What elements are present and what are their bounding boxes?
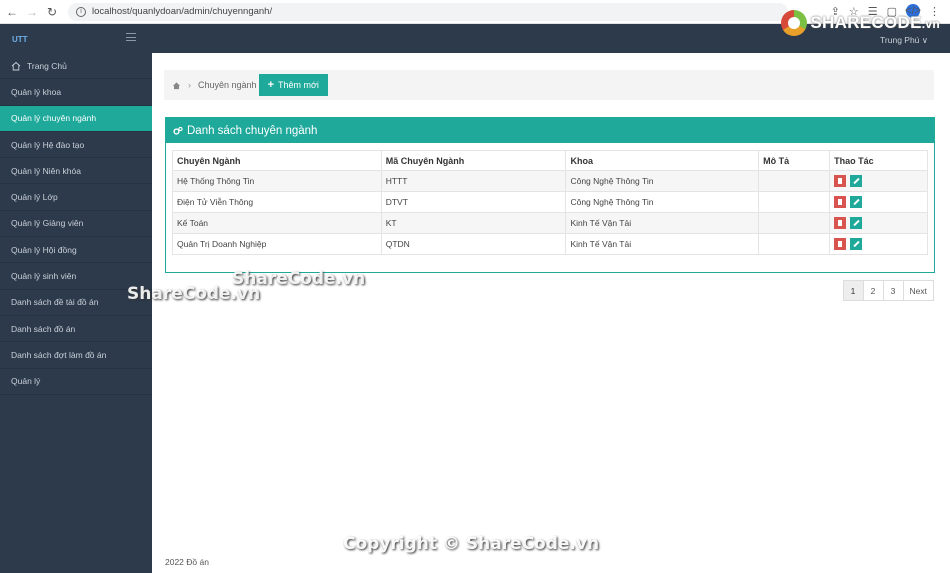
sidebar-item-major[interactable]: Quản lý chuyên ngành: [0, 105, 152, 132]
sidebar-item-project-rounds[interactable]: Danh sách đợt làm đồ án: [0, 342, 152, 369]
column-header: Mã Chuyên Ngành: [380, 150, 567, 171]
table-row: Quản Trị Doanh Nghiệp QTDN Kinh Tế Vận T…: [172, 233, 928, 255]
cell-faculty: Công Nghệ Thông Tin: [565, 191, 760, 213]
major-table: Chuyên Ngành Mã Chuyên Ngành Khoa Mô Tả …: [172, 150, 928, 255]
sidebar-item-label: Trang Chủ: [27, 60, 67, 71]
page-1-button[interactable]: 1: [842, 280, 864, 301]
sidebar-item-label: Quản lý Giảng viên: [11, 218, 84, 229]
cell-code: KT: [380, 212, 567, 234]
edit-icon[interactable]: [850, 175, 863, 187]
sidebar-item-faculty[interactable]: Quản lý khoa: [0, 79, 152, 106]
delete-icon[interactable]: [834, 238, 847, 250]
column-header: Khoa: [565, 150, 760, 171]
cell-actions: [829, 212, 928, 234]
cell-description: [758, 233, 831, 255]
url-text: localhost/quanlydoan/admin/chuyennganh/: [92, 6, 273, 17]
edit-icon[interactable]: [850, 217, 863, 229]
page-3-button[interactable]: 3: [882, 280, 904, 301]
major-list-panel: Danh sách chuyên ngành Chuyên Ngành Mã C…: [165, 117, 935, 273]
sidebar-item-label: Quản lý chuyên ngành: [11, 113, 97, 124]
sidebar-item-label: Danh sách đồ án: [11, 323, 76, 334]
breadcrumb-separator-icon: ›: [188, 80, 191, 90]
sharecode-logo: SHARECODE.vn: [781, 10, 940, 36]
column-header: Chuyên Ngành: [172, 150, 382, 171]
delete-icon[interactable]: [834, 217, 847, 229]
table-row: Điện Tử Viễn Thông DTVT Công Nghệ Thông …: [172, 191, 928, 213]
breadcrumb-current: Chuyên ngành: [198, 80, 257, 90]
watermark: Copyright © ShareCode.vn: [343, 534, 600, 554]
sidebar-item-label: Danh sách đợt làm đồ án: [11, 349, 107, 360]
sidebar-item-label: Quản lý: [11, 376, 41, 387]
add-new-button[interactable]: + Thêm mới: [258, 74, 328, 96]
sidebar-item-label: Danh sách đề tài đồ án: [11, 297, 99, 308]
table-row: Hệ Thống Thông Tin HTTT Công Nghệ Thông …: [172, 170, 928, 192]
cell-code: HTTT: [380, 170, 567, 192]
cell-major: Điện Tử Viễn Thông: [172, 191, 382, 213]
reload-icon[interactable]: ↻: [44, 4, 60, 20]
sidebar-item-home[interactable]: Trang Chủ: [0, 53, 152, 80]
edit-icon[interactable]: [850, 238, 863, 250]
logo-emblem-icon: [781, 10, 808, 36]
cell-major: Hệ Thống Thông Tin: [172, 170, 382, 192]
user-menu[interactable]: Trung Phú ∨: [880, 35, 928, 46]
cell-actions: [829, 170, 928, 192]
delete-icon[interactable]: [834, 196, 847, 208]
edit-icon[interactable]: [850, 196, 863, 208]
cell-faculty: Kinh Tế Vận Tải: [565, 233, 760, 255]
sidebar-item-class[interactable]: Quản lý Lớp: [0, 184, 152, 211]
breadcrumb: › Chuyên ngành + Thêm mới: [164, 70, 934, 100]
logo-text: SHARECODE: [810, 13, 922, 32]
sidebar-item-label: Quản lý Hội đồng: [11, 244, 77, 255]
sidebar-item-label: Quản lý khoa: [11, 86, 62, 97]
address-bar[interactable]: i localhost/quanlydoan/admin/chuyennganh…: [68, 2, 788, 21]
plus-icon: +: [267, 79, 274, 91]
column-header: Mô Tả: [758, 150, 831, 171]
cell-actions: [829, 191, 928, 213]
logo-suffix: .vn: [921, 17, 940, 31]
hamburger-menu-icon[interactable]: [126, 33, 136, 41]
cell-major: Kế Toán: [172, 212, 382, 234]
cell-actions: [829, 233, 928, 255]
panel-header: Danh sách chuyên ngành: [166, 118, 934, 143]
sidebar-item-training-system[interactable]: Quản lý Hệ đào tạo: [0, 132, 152, 159]
page-2-button[interactable]: 2: [862, 280, 884, 301]
sidebar-item-projects[interactable]: Danh sách đồ án: [0, 316, 152, 343]
cell-faculty: Kinh Tế Vận Tải: [565, 212, 760, 234]
main-content: › Chuyên ngành + Thêm mới Danh sách chuy…: [152, 53, 950, 573]
cell-description: [758, 191, 831, 213]
back-icon[interactable]: ←: [4, 4, 20, 20]
panel-title: Danh sách chuyên ngành: [187, 124, 318, 137]
sidebar: Trang Chủ Quản lý khoa Quản lý chuyên ng…: [0, 53, 152, 573]
cell-description: [758, 170, 831, 192]
home-icon[interactable]: [172, 81, 181, 90]
pagination: 1 2 3 Next: [842, 280, 934, 301]
next-page-button[interactable]: Next: [902, 280, 934, 301]
sidebar-item-label: Quản lý Hệ đào tạo: [11, 139, 85, 150]
watermark: ShareCode.vn: [127, 284, 261, 304]
column-header: Thao Tác: [829, 150, 928, 171]
home-icon: [11, 61, 21, 71]
table-row: Kế Toán KT Kinh Tế Vận Tải: [172, 212, 928, 234]
sidebar-item-academic-year[interactable]: Quản lý Niên khóa: [0, 158, 152, 185]
sidebar-item-manage[interactable]: Quản lý: [0, 369, 152, 395]
footer-text: 2022 Đồ án: [165, 557, 209, 567]
cell-description: [758, 212, 831, 234]
brand-name[interactable]: UTT: [12, 35, 28, 44]
cell-code: DTVT: [380, 191, 567, 213]
sidebar-item-lecturer[interactable]: Quản lý Giảng viên: [0, 211, 152, 238]
cell-faculty: Công Nghệ Thông Tin: [565, 170, 760, 192]
sidebar-item-label: Quản lý Niên khóa: [11, 165, 81, 176]
table-header-row: Chuyên Ngành Mã Chuyên Ngành Khoa Mô Tả …: [172, 150, 928, 171]
site-info-icon[interactable]: i: [76, 6, 86, 17]
sidebar-item-label: Quản lý Lớp: [11, 192, 58, 203]
forward-icon[interactable]: →: [24, 4, 40, 20]
sidebar-item-council[interactable]: Quản lý Hội đồng: [0, 237, 152, 264]
cell-major: Quản Trị Doanh Nghiệp: [172, 233, 382, 255]
add-new-label: Thêm mới: [278, 80, 319, 90]
cell-code: QTDN: [380, 233, 567, 255]
cogs-icon: [173, 126, 183, 135]
delete-icon[interactable]: [834, 175, 847, 187]
sidebar-item-label: Quản lý sinh viên: [11, 271, 77, 282]
